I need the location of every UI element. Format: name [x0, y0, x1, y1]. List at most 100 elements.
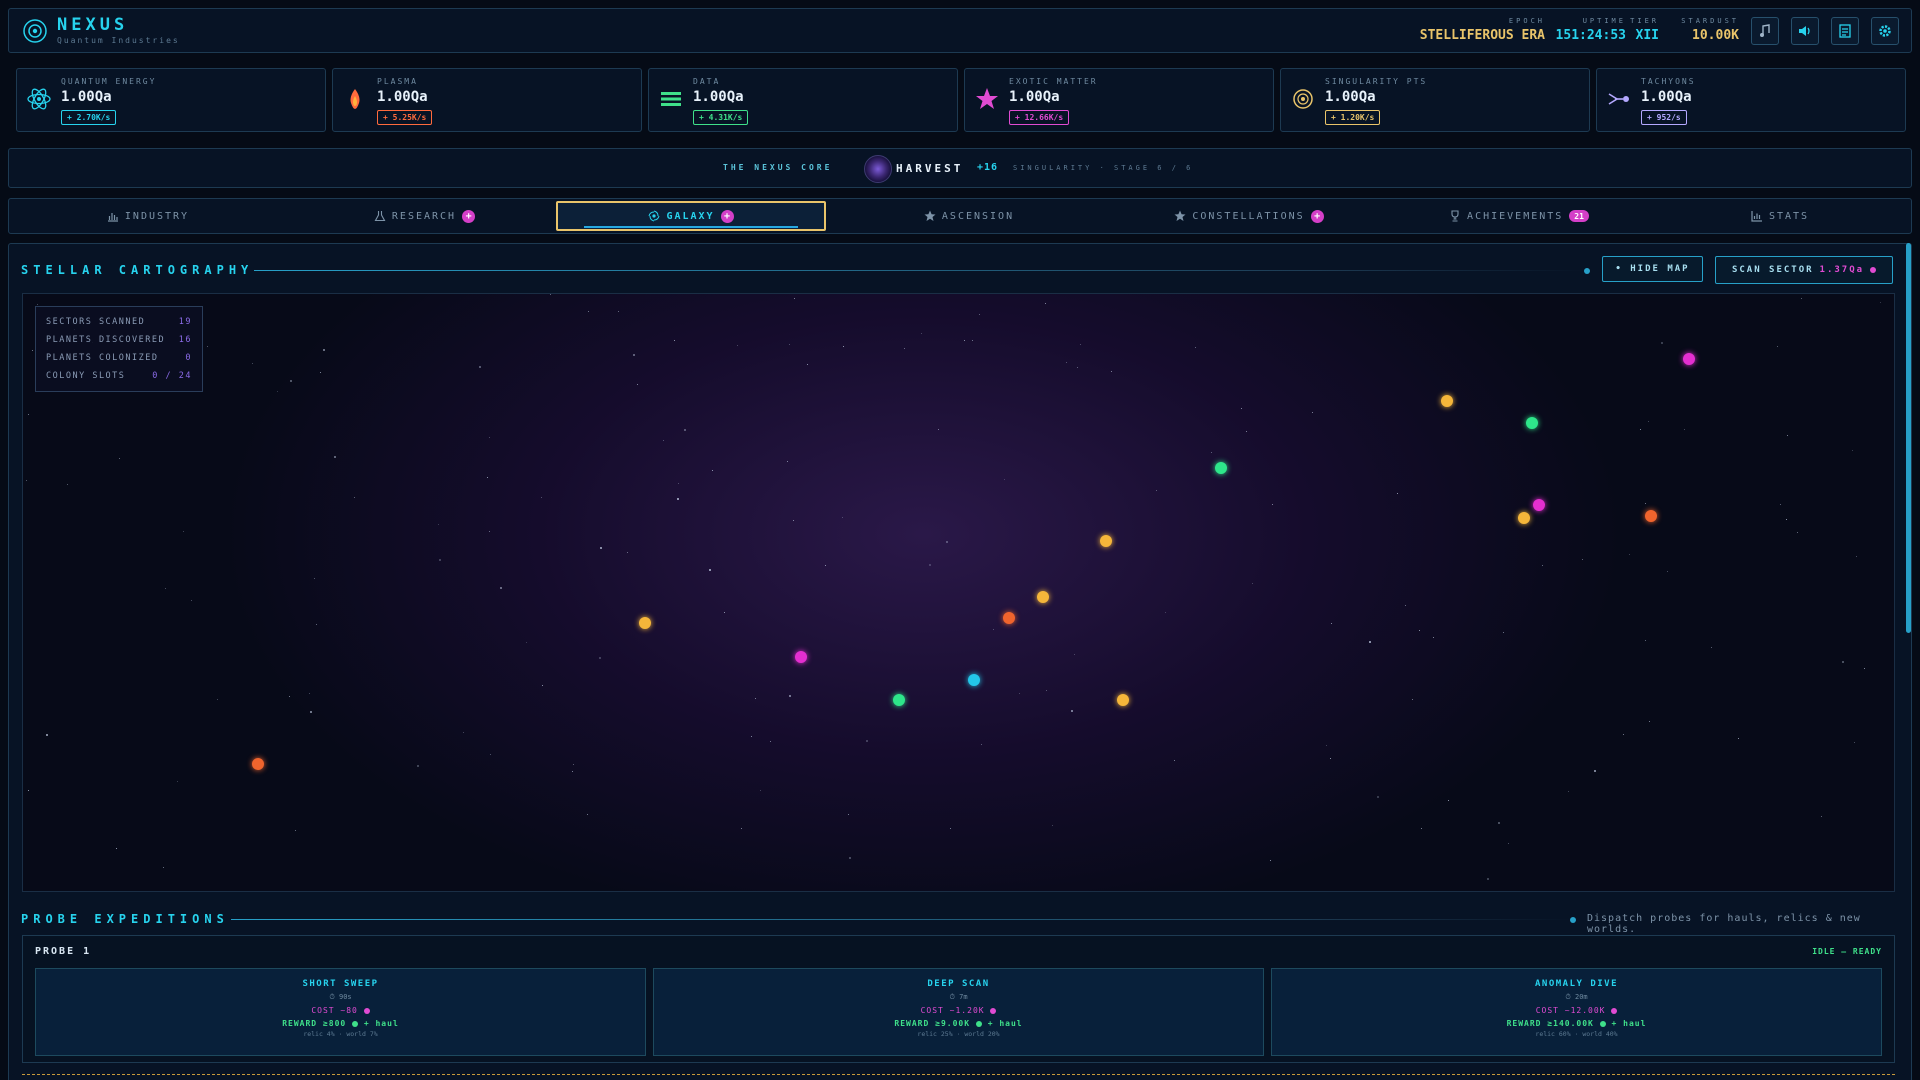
background-star	[929, 564, 931, 566]
legend-value: 19	[178, 317, 192, 327]
background-star	[526, 642, 527, 643]
background-star	[183, 531, 184, 532]
planet-orange[interactable]	[1003, 612, 1015, 624]
haul-text: + haul	[363, 1019, 399, 1028]
resource-label: DATA	[693, 77, 721, 86]
background-star	[277, 391, 278, 392]
planet-orange[interactable]	[252, 758, 264, 770]
background-star	[165, 588, 166, 589]
background-star	[67, 484, 68, 485]
background-star	[1684, 429, 1685, 430]
core-label: THE NEXUS CORE	[723, 163, 833, 172]
planet-gold[interactable]	[1100, 535, 1112, 547]
background-star	[1111, 371, 1112, 372]
active-tab-underline	[584, 226, 798, 228]
background-star	[1066, 362, 1067, 363]
scrollbar[interactable]	[1906, 243, 1911, 633]
background-star	[866, 740, 868, 742]
tab-galaxy[interactable]: GALAXY +	[556, 201, 826, 231]
nexus-core-orb[interactable]	[864, 155, 892, 183]
background-star	[1508, 843, 1509, 844]
mission-deep-scan[interactable]: DEEP SCAN ⏱ 7m COST ~1.20K REWARD ≥9.00K…	[653, 968, 1264, 1056]
tab-achievements[interactable]: ACHIEVEMENTS 21	[1389, 199, 1649, 233]
core-stage: SINGULARITY · STAGE 6 / 6	[1013, 164, 1194, 172]
legend-row: SECTORS SCANNED 19	[46, 317, 192, 335]
planet-gold[interactable]	[1117, 694, 1129, 706]
resource-card-data: DATA 1.00Qa + 4.31K/s	[648, 68, 958, 132]
flame-icon	[350, 89, 360, 109]
resource-rate: + 1.20K/s	[1325, 110, 1381, 125]
background-star	[588, 311, 589, 312]
scan-sector-button[interactable]: SCAN SECTOR 1.37Qa	[1715, 256, 1893, 284]
background-star	[1842, 661, 1844, 663]
tab-industry[interactable]: INDUSTRY	[9, 199, 287, 233]
planet-gold[interactable]	[1518, 512, 1530, 524]
background-star	[663, 440, 664, 441]
planet-magenta[interactable]	[1683, 353, 1695, 365]
background-star	[842, 517, 843, 518]
planet-magenta[interactable]	[795, 651, 807, 663]
atom-icon	[27, 88, 51, 110]
resource-card-quantum-energy: QUANTUM ENERGY 1.00Qa + 2.70K/s	[16, 68, 326, 132]
planet-green[interactable]	[1215, 462, 1227, 474]
planet-green[interactable]	[893, 694, 905, 706]
background-star	[1797, 532, 1798, 533]
legend-value: 0 / 24	[152, 371, 192, 381]
background-star	[1397, 493, 1398, 494]
exotic-matter-dot	[1611, 1007, 1618, 1014]
tachyon-icon	[1608, 93, 1629, 105]
planet-cyan[interactable]	[968, 674, 980, 686]
background-star	[463, 732, 464, 733]
cost-text: COST ~1.20K	[920, 1006, 985, 1015]
background-star	[490, 754, 491, 755]
planet-gold[interactable]	[639, 617, 651, 629]
background-star	[207, 346, 208, 347]
mission-odds: relic 60% · world 40%	[1535, 1030, 1618, 1038]
tab-ascension[interactable]: ASCENSION	[829, 199, 1109, 233]
planet-orange[interactable]	[1645, 510, 1657, 522]
background-star	[789, 344, 790, 345]
legend-row: PLANETS DISCOVERED 16	[46, 335, 192, 353]
planet-green[interactable]	[1526, 417, 1538, 429]
background-star	[979, 314, 980, 315]
background-star	[599, 657, 601, 659]
flask-icon	[374, 211, 386, 222]
bar-chart-icon	[107, 213, 118, 222]
hide-map-button[interactable]: • HIDE MAP	[1602, 256, 1703, 282]
background-star	[1421, 828, 1422, 829]
planet-gold[interactable]	[1441, 395, 1453, 407]
cost-text: COST ~80	[311, 1006, 358, 1015]
resource-label: QUANTUM ENERGY	[61, 77, 157, 86]
background-star	[37, 304, 38, 305]
settings-button[interactable]	[1871, 17, 1899, 45]
background-star	[1787, 435, 1788, 436]
background-star	[1077, 367, 1078, 368]
tab-constellations[interactable]: CONSTELLATIONS +	[1109, 199, 1389, 233]
log-button[interactable]	[1831, 17, 1859, 45]
uptime-label: UPTIME	[1582, 17, 1626, 25]
planet-magenta[interactable]	[1533, 499, 1545, 511]
mission-anomaly-dive[interactable]: ANOMALY DIVE ⏱ 20m COST ~12.00K REWARD ≥…	[1271, 968, 1882, 1056]
background-star	[1412, 699, 1413, 700]
music-button[interactable]	[1751, 17, 1779, 45]
background-star	[1640, 429, 1641, 430]
legend-label: PLANETS DISCOVERED	[46, 335, 166, 345]
tab-stats[interactable]: STATS	[1649, 199, 1911, 233]
background-star	[1568, 791, 1569, 792]
mission-short-sweep[interactable]: SHORT SWEEP ⏱ 90s COST ~80 REWARD ≥800 +…	[35, 968, 646, 1056]
volume-icon	[1799, 26, 1810, 36]
background-star	[677, 498, 679, 500]
background-star	[1645, 640, 1646, 641]
background-star	[1270, 860, 1271, 861]
background-star	[627, 552, 628, 553]
background-star	[334, 456, 336, 458]
star-icon	[976, 88, 998, 109]
volume-button[interactable]	[1791, 17, 1819, 45]
background-star	[678, 483, 679, 484]
planet-gold[interactable]	[1037, 591, 1049, 603]
background-star	[751, 736, 752, 737]
harvest-button[interactable]: HARVEST	[896, 162, 963, 175]
tab-research[interactable]: RESEARCH +	[287, 199, 562, 233]
star-map[interactable]: SECTORS SCANNED 19 PLANETS DISCOVERED 16 P…	[22, 293, 1895, 892]
mission-reward: REWARD ≥9.00K + haul	[654, 1019, 1263, 1028]
